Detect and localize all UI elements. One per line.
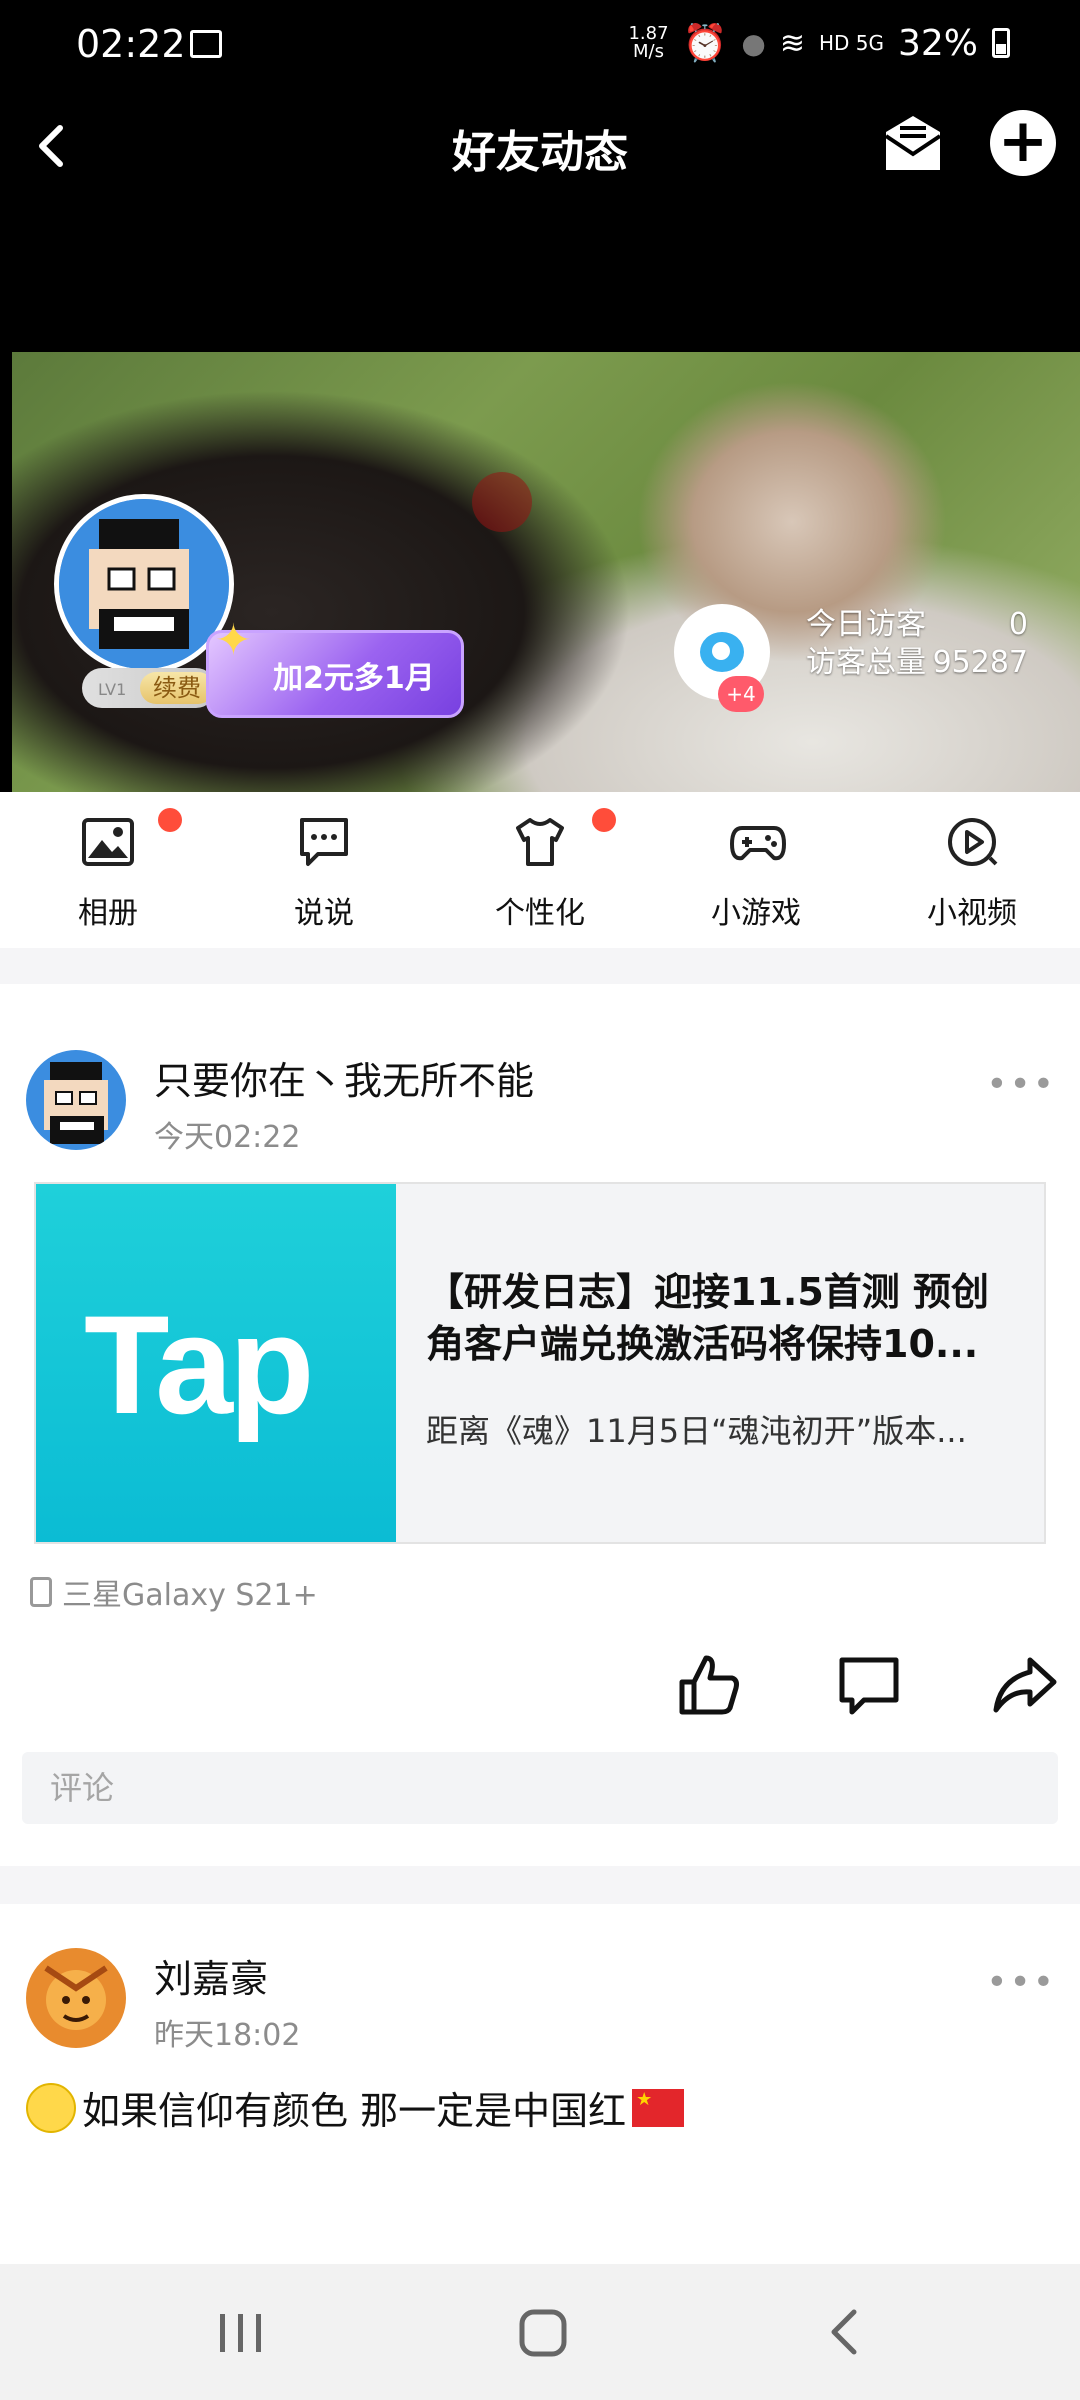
battery-percent: 32%: [897, 22, 978, 64]
shared-link-card[interactable]: Tap 【研发日志】迎接11.5首测 预创角客户端兑换激活码将保持10... 距…: [34, 1182, 1046, 1544]
status-bar: 02:22 1.87 M/s ⏰ ● ≋ HD 5G 32%: [0, 0, 1080, 96]
status-time: 02:22: [76, 22, 186, 66]
status-indicators: 1.87 M/s ⏰ ● ≋ HD 5G 32%: [628, 22, 1010, 64]
shortcut-personalize[interactable]: 个性化: [460, 814, 620, 932]
post-text: 如果信仰有颜色 那一定是中国红 ★: [26, 2080, 685, 2135]
shortcut-album[interactable]: 相册: [28, 814, 188, 932]
back-nav-icon[interactable]: [784, 2264, 904, 2400]
post-time: 今天02:22: [154, 1120, 301, 1155]
tap-app-thumbnail: Tap: [36, 1184, 396, 1542]
feed-post: 只要你在丶我无所不能 今天02:22 ••• Tap 【研发日志】迎接11.5首…: [0, 984, 1080, 1866]
mail-icon[interactable]: [880, 112, 946, 178]
china-flag-icon: ★: [632, 2088, 685, 2127]
total-visitors-value: 95287: [932, 645, 1028, 680]
shortcut-moments[interactable]: 说说: [244, 814, 404, 932]
renew-button[interactable]: 续费: [140, 672, 214, 704]
gamepad-icon: [728, 814, 786, 870]
shortcut-short-video[interactable]: 小视频: [892, 814, 1052, 932]
vip-level-badge[interactable]: LV1 续费: [82, 668, 216, 708]
wifi-icon: ≋: [779, 25, 805, 61]
more-options-icon[interactable]: •••: [986, 1962, 1056, 2003]
total-visitors-label: 访客总量: [806, 645, 926, 680]
post-author-name[interactable]: 刘嘉豪: [154, 1948, 268, 2003]
post-time: 昨天18:02: [154, 2018, 301, 2053]
today-visitors-value: 0: [1008, 607, 1028, 642]
post-author-name[interactable]: 只要你在丶我无所不能: [154, 1050, 534, 1105]
post-author-avatar[interactable]: [26, 1050, 126, 1150]
alarm-icon: ⏰: [682, 23, 728, 64]
shortcut-bar: 相册 说说 个性化 小游戏 小视频: [0, 792, 1080, 948]
battery-icon: [992, 28, 1010, 58]
chat-bubble-icon: [296, 814, 352, 870]
post-device: 三星Galaxy S21+: [30, 1570, 318, 1614]
more-options-icon[interactable]: •••: [986, 1064, 1056, 1105]
recent-apps-icon[interactable]: [180, 2264, 300, 2400]
tap-logo: Tap: [84, 1286, 315, 1443]
share-icon[interactable]: [990, 1650, 1060, 1720]
comment-input[interactable]: 评论: [22, 1752, 1058, 1824]
promo-banner[interactable]: ✦ 加2元多1月: [206, 615, 464, 718]
post-actions: [0, 1650, 1080, 1720]
device-name: 三星Galaxy S21+: [62, 1578, 318, 1613]
feed-post: 刘嘉豪 昨天18:02 ••• 如果信仰有颜色 那一定是中国红 ★: [0, 1904, 1080, 2264]
image-notification-icon: [190, 30, 222, 58]
play-circle-icon: [944, 814, 1000, 870]
nav-bar: 好友动态 +: [0, 96, 1080, 196]
tshirt-icon: [512, 814, 568, 870]
today-visitors-label: 今日访客: [806, 607, 926, 642]
location-icon: ●: [741, 26, 766, 60]
visitor-stats[interactable]: 今日访客 0 访客总量 95287: [806, 606, 1028, 682]
visitor-plus-badge: +4: [718, 676, 764, 712]
system-navigation-bar: [0, 2264, 1080, 2400]
star-icon: ✦: [215, 615, 252, 666]
post-text-content: 如果信仰有颜色 那一定是中国红: [82, 2089, 627, 2133]
net-speed: 1.87 M/s: [628, 23, 669, 62]
home-icon[interactable]: [482, 2264, 602, 2400]
phone-icon: [30, 1577, 52, 1607]
profile-cover: 02:22 1.87 M/s ⏰ ● ≋ HD 5G 32% 好友动态 + LV…: [0, 0, 1080, 792]
album-notification-dot: [158, 808, 182, 832]
comment-icon[interactable]: [834, 1650, 904, 1720]
link-card-title: 【研发日志】迎接11.5首测 预创角客户端兑换激活码将保持10...: [426, 1270, 989, 1366]
plus-icon[interactable]: +: [990, 110, 1056, 176]
link-card-description: 距离《魂》11月5日“魂沌初开”版本...: [426, 1412, 967, 1450]
post-author-avatar[interactable]: [26, 1948, 126, 2048]
network-type: HD 5G: [818, 31, 884, 55]
level-label: LV1: [98, 680, 127, 699]
promo-label: 加2元多1月: [273, 661, 435, 696]
smile-emoji-icon: [26, 2082, 76, 2133]
shortcut-minigames[interactable]: 小游戏: [676, 814, 836, 932]
like-icon[interactable]: [674, 1650, 744, 1720]
personalize-notification-dot: [592, 808, 616, 832]
photo-album-icon: [80, 814, 136, 870]
